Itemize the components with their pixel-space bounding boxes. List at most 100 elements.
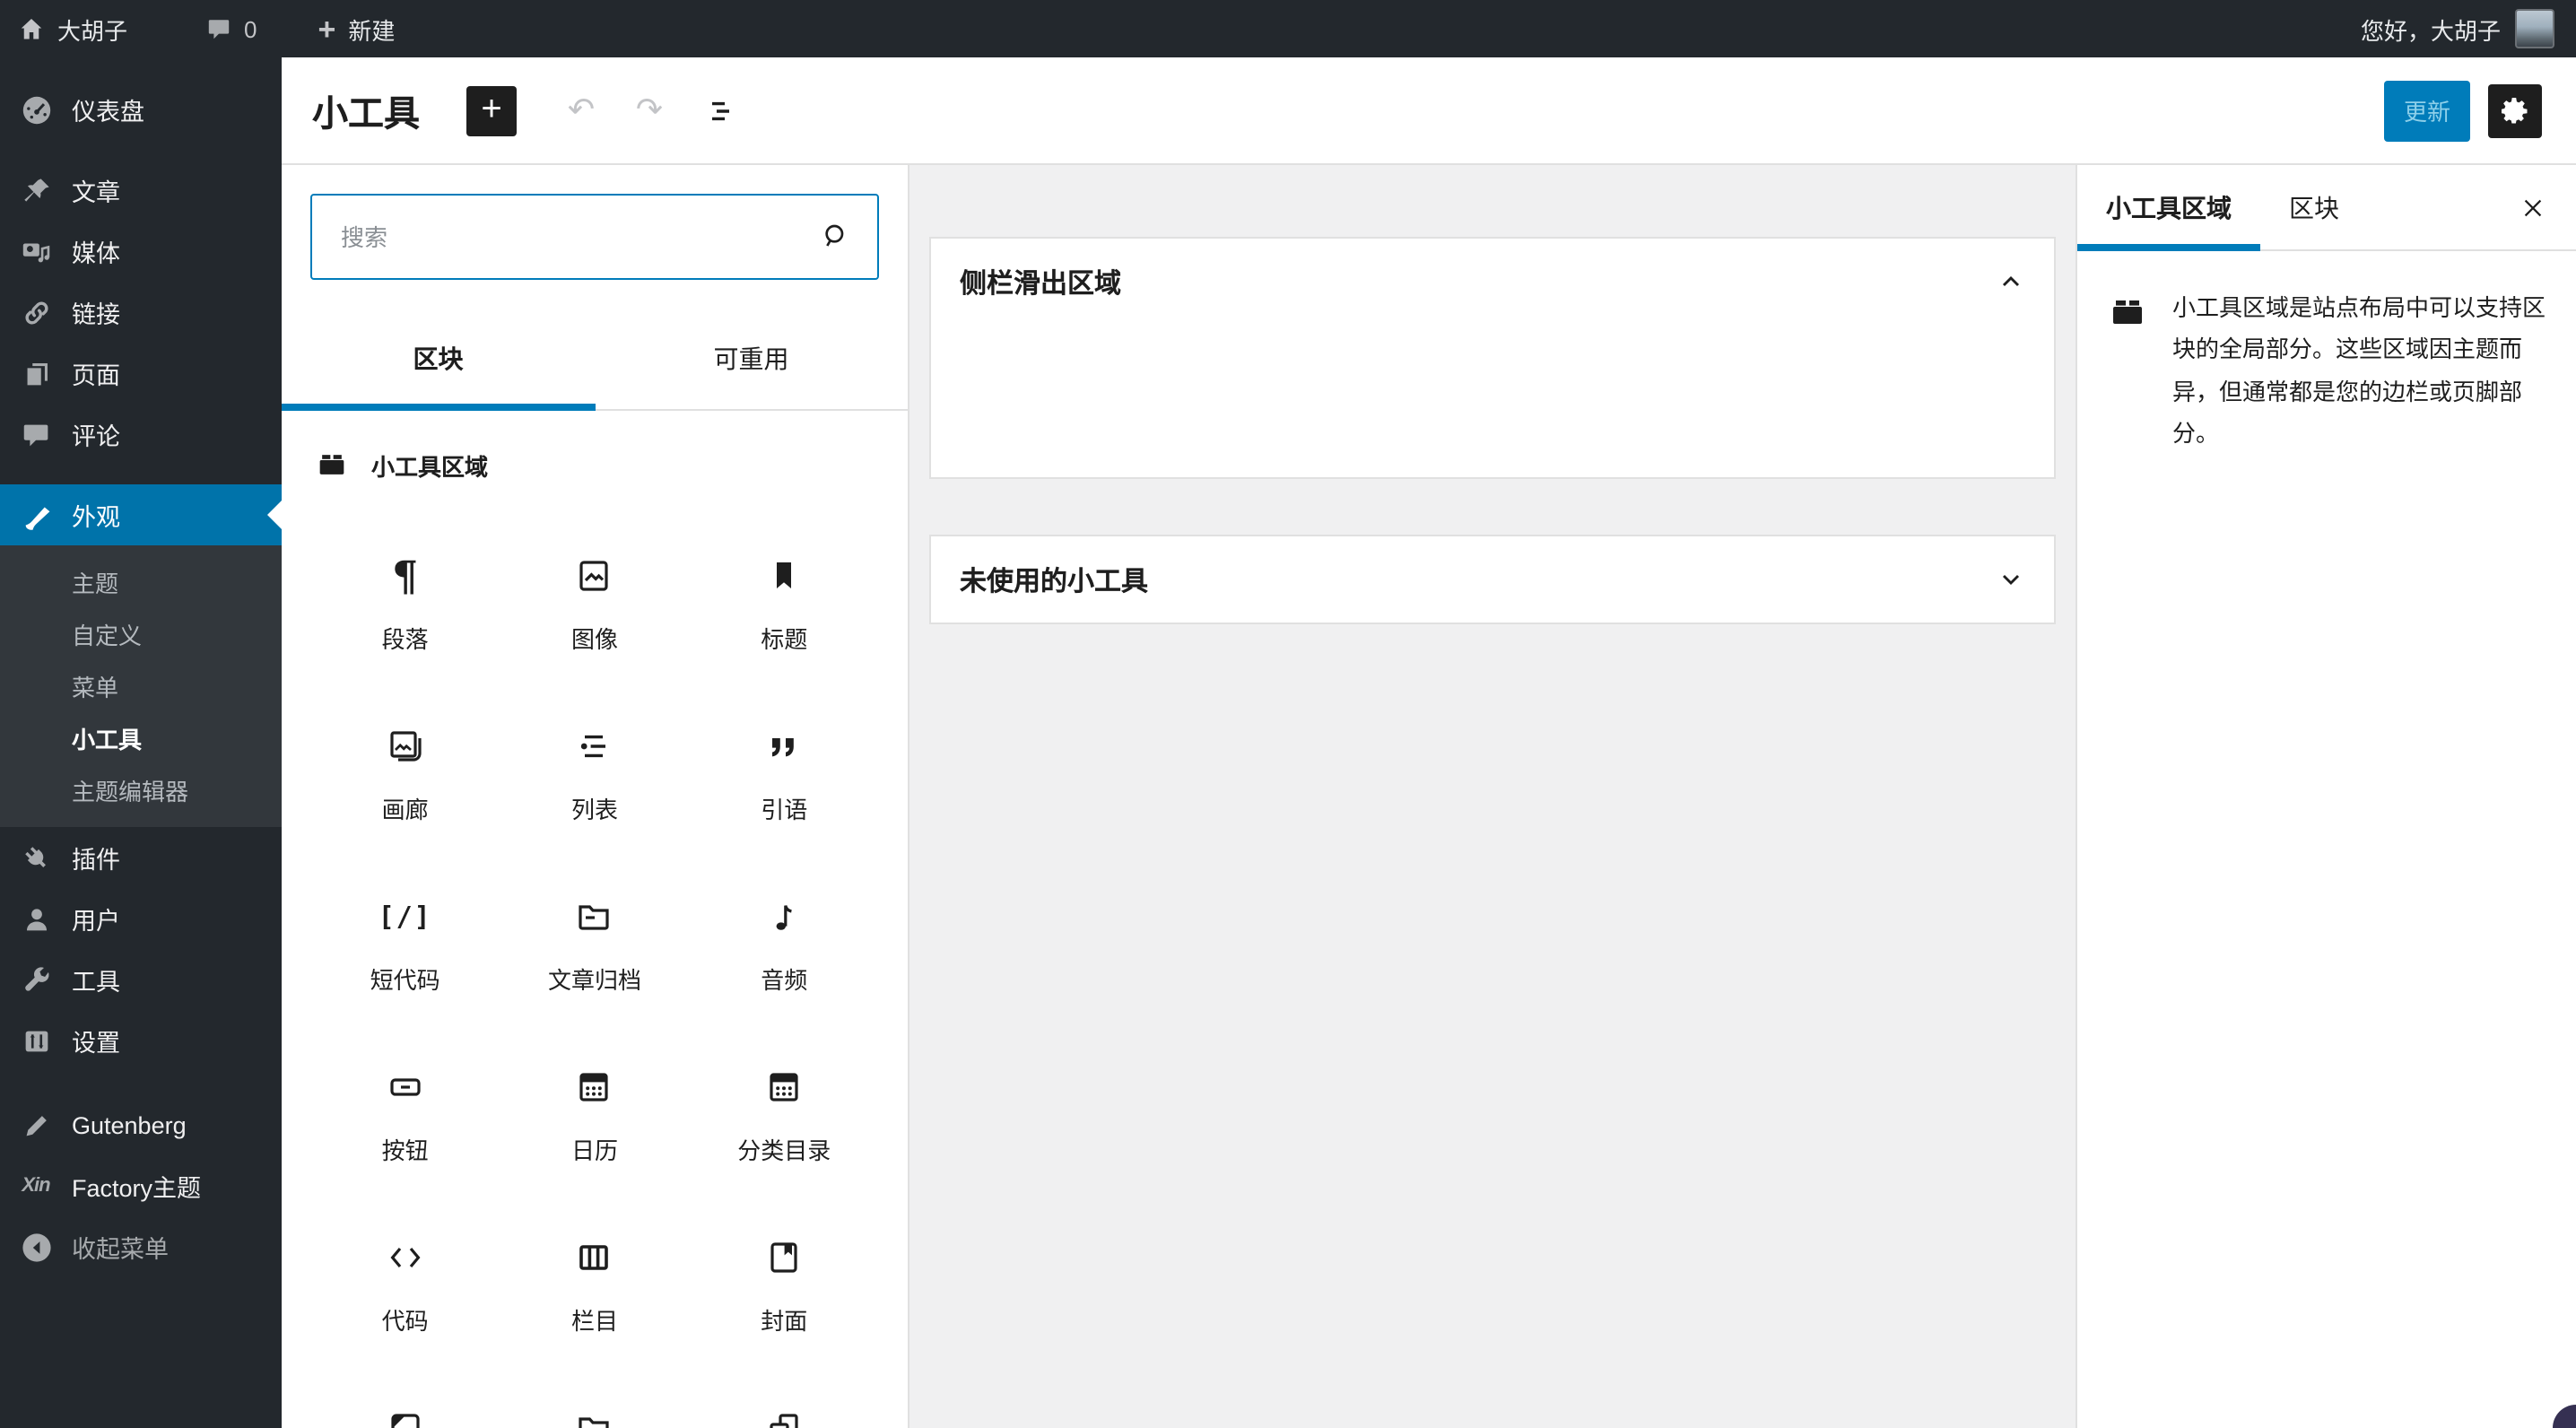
sidebar-item-plugins[interactable]: 插件 bbox=[0, 827, 282, 888]
block-item-calendar[interactable]: 日历 bbox=[500, 1030, 689, 1200]
tab-widget-areas[interactable]: 小工具区域 bbox=[2077, 165, 2260, 251]
sidebar-item-settings[interactable]: 设置 bbox=[0, 1010, 282, 1071]
block-item-audio[interactable]: 音频 bbox=[690, 859, 879, 1030]
sidebar-item-label: 工具 bbox=[72, 969, 120, 996]
menu-separator bbox=[0, 1071, 282, 1094]
columns-icon bbox=[573, 1236, 616, 1279]
avatar[interactable] bbox=[2515, 9, 2554, 48]
sidebar-item-posts[interactable]: 文章 bbox=[0, 160, 282, 221]
pin-icon bbox=[18, 172, 54, 208]
widget-area-panel-header[interactable]: 侧栏滑出区域 bbox=[931, 239, 2054, 325]
sidebar-item-label: 媒体 bbox=[72, 240, 120, 267]
sidebar-item-users[interactable]: 用户 bbox=[0, 888, 282, 949]
collapse-arrow-icon bbox=[18, 1229, 54, 1265]
admin-bar: 大胡子 0 + 新建 您好，大胡子 bbox=[0, 0, 2576, 57]
link-icon bbox=[18, 294, 54, 330]
list-view-button[interactable] bbox=[696, 85, 746, 135]
archives-icon bbox=[573, 895, 616, 938]
block-item-paragraph[interactable]: ¶ 段落 bbox=[310, 518, 500, 689]
sidebar-item-label: 收起菜单 bbox=[72, 1236, 169, 1263]
shortcode-icon: [/] bbox=[378, 901, 432, 933]
submenu-item-widgets[interactable]: 小工具 bbox=[0, 712, 282, 764]
submenu-item-customize[interactable]: 自定义 bbox=[0, 608, 282, 660]
sidebar-item-label: 用户 bbox=[72, 908, 120, 935]
widget-areas-description-text: 小工具区域是站点布局中可以支持区块的全局部分。这些区域因主题而异，但通常都是您的… bbox=[2172, 294, 2546, 448]
site-name: 大胡子 bbox=[57, 17, 128, 44]
block-item-archives[interactable]: 文章归档 bbox=[500, 859, 689, 1030]
block-inserter-panel: 区块 可重用 小工具区域 ¶ 段落 图像 bbox=[282, 165, 909, 1428]
xin-logo-icon: Xin bbox=[22, 1175, 50, 1197]
sidebar-item-label: Gutenberg bbox=[72, 1111, 187, 1138]
new-label: 新建 bbox=[348, 17, 396, 44]
block-item-partial[interactable] bbox=[310, 1371, 500, 1428]
settings-gear-button[interactable] bbox=[2488, 83, 2542, 137]
widget-area-title: 未使用的小工具 bbox=[960, 566, 1149, 596]
widget-area-title: 侧栏滑出区域 bbox=[960, 268, 1122, 299]
block-item-cover[interactable]: 封面 bbox=[690, 1200, 879, 1371]
sidebar-item-comments[interactable]: 评论 bbox=[0, 404, 282, 465]
block-item-buttons[interactable]: 按钮 bbox=[310, 1030, 500, 1200]
search-input[interactable] bbox=[310, 194, 879, 280]
widgets-canvas: 侧栏滑出区域 未使用的小工具 bbox=[909, 165, 2076, 1428]
settings-sidebar: 小工具区域 区块 小工具区域是站点布局中可以支持区块的全局部分。这些区域因主题而… bbox=[2076, 165, 2576, 1428]
sidebar-item-pages[interactable]: 页面 bbox=[0, 343, 282, 404]
pencil-icon bbox=[18, 1107, 54, 1143]
block-item-gallery[interactable]: 画廊 bbox=[310, 689, 500, 859]
block-inserter-toggle[interactable]: + bbox=[466, 85, 517, 135]
tab-block[interactable]: 区块 bbox=[2260, 165, 2368, 249]
sidebar-item-appearance[interactable]: 外观 bbox=[0, 484, 282, 545]
block-item-columns[interactable]: 栏目 bbox=[500, 1200, 689, 1371]
comments-menu-item[interactable]: 0 bbox=[188, 0, 274, 57]
group-icon bbox=[762, 1406, 805, 1428]
block-item-heading[interactable]: 标题 bbox=[690, 518, 879, 689]
site-menu-item[interactable]: 大胡子 bbox=[0, 0, 145, 57]
block-item-shortcode[interactable]: [/] 短代码 bbox=[310, 859, 500, 1030]
submenu-item-theme-editor[interactable]: 主题编辑器 bbox=[0, 764, 282, 816]
paragraph-icon: ¶ bbox=[392, 552, 419, 600]
update-button[interactable]: 更新 bbox=[2384, 80, 2470, 141]
block-item-list[interactable]: 列表 bbox=[500, 689, 689, 859]
sidebar-item-dashboard[interactable]: 仪表盘 bbox=[0, 79, 282, 140]
plus-icon: + bbox=[481, 90, 502, 129]
page-title: 小工具 bbox=[312, 95, 420, 135]
block-item-partial[interactable] bbox=[500, 1371, 689, 1428]
dashboard-icon bbox=[18, 91, 54, 127]
user-greeting[interactable]: 您好，大胡子 bbox=[2361, 12, 2501, 46]
widget-area-panel-sidebar-slideout: 侧栏滑出区域 bbox=[929, 237, 2056, 479]
block-item-partial[interactable] bbox=[690, 1371, 879, 1428]
audio-icon bbox=[762, 895, 805, 938]
tab-blocks[interactable]: 区块 bbox=[282, 309, 595, 411]
sidebar-item-links[interactable]: 链接 bbox=[0, 282, 282, 343]
sidebar-item-label: 页面 bbox=[72, 362, 120, 389]
widget-area-panel-header[interactable]: 未使用的小工具 bbox=[931, 536, 2054, 623]
inserter-tabs: 区块 可重用 bbox=[282, 309, 908, 411]
block-item-quote[interactable]: 引语 bbox=[690, 689, 879, 859]
menu-separator bbox=[0, 140, 282, 160]
gallery-icon bbox=[384, 725, 427, 768]
block-item-categories[interactable]: 分类目录 bbox=[690, 1030, 879, 1200]
sidebar-item-label: Factory主题 bbox=[72, 1175, 202, 1202]
submenu-item-menus[interactable]: 菜单 bbox=[0, 660, 282, 712]
plus-icon: + bbox=[318, 12, 336, 46]
block-category-header: 小工具区域 bbox=[282, 425, 908, 504]
chevron-up-icon bbox=[1997, 267, 2025, 296]
custom-html-icon bbox=[384, 1406, 427, 1428]
block-item-code[interactable]: 代码 bbox=[310, 1200, 500, 1371]
appearance-icon bbox=[18, 497, 54, 533]
comments-icon bbox=[18, 416, 54, 452]
home-icon bbox=[18, 15, 45, 42]
collapse-menu-button[interactable]: 收起菜单 bbox=[0, 1216, 282, 1277]
close-sidebar-button[interactable] bbox=[2490, 165, 2576, 249]
sidebar-item-media[interactable]: 媒体 bbox=[0, 221, 282, 282]
submenu-item-themes[interactable]: 主题 bbox=[0, 556, 282, 608]
button-icon bbox=[384, 1066, 427, 1109]
sidebar-item-tools[interactable]: 工具 bbox=[0, 949, 282, 1010]
block-item-image[interactable]: 图像 bbox=[500, 518, 689, 689]
sidebar-item-factory-theme[interactable]: Xin Factory主题 bbox=[0, 1155, 282, 1216]
comment-bubble-icon bbox=[206, 16, 231, 41]
new-content-menu-item[interactable]: + 新建 bbox=[300, 0, 413, 57]
redo-button[interactable]: ↷ bbox=[624, 85, 674, 135]
sidebar-item-gutenberg[interactable]: Gutenberg bbox=[0, 1094, 282, 1155]
tab-reusable[interactable]: 可重用 bbox=[595, 309, 908, 409]
undo-button[interactable]: ↶ bbox=[556, 85, 606, 135]
